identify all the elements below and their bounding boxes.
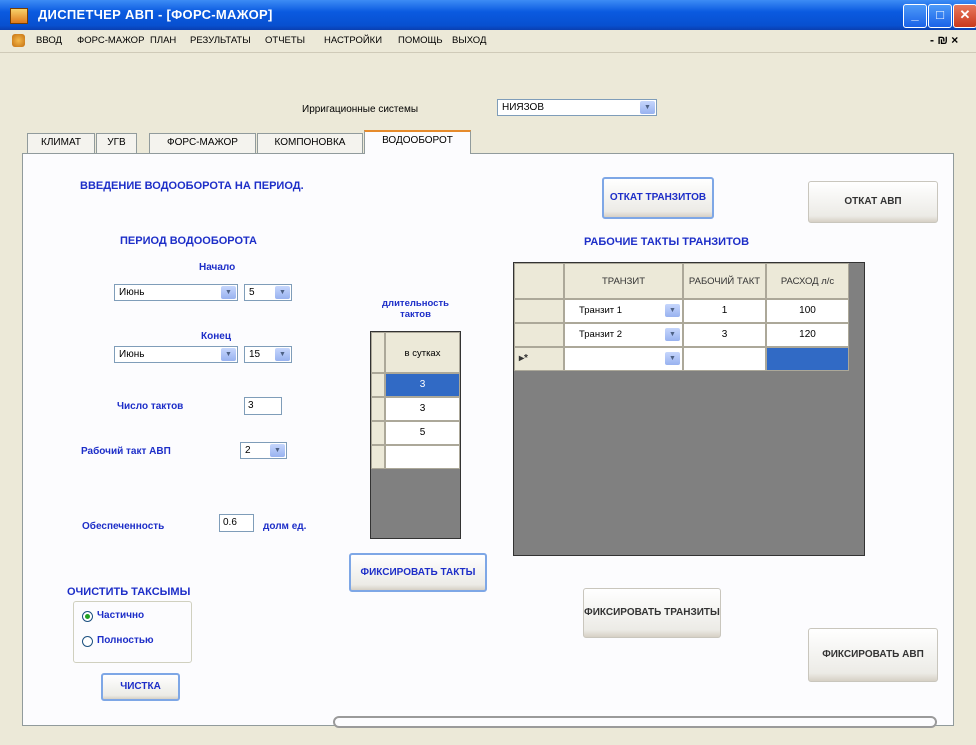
- tacts-count-label: Число тактов: [117, 401, 184, 412]
- duration-cell[interactable]: 3: [385, 397, 460, 421]
- menu-item-results[interactable]: РЕЗУЛЬТАТЫ: [190, 35, 251, 46]
- irrigation-label: Ирригационные системы: [302, 104, 419, 115]
- fix-transits-button[interactable]: ФИКСИРОВАТЬ ТРАНЗИТЫ: [583, 588, 721, 638]
- security-unit: долм ед.: [263, 521, 307, 532]
- maximize-button[interactable]: □: [928, 4, 952, 28]
- end-day-value: 15: [249, 349, 261, 360]
- clear-title: ОЧИСТИТЬ ТАКСЫМЫ: [67, 586, 191, 598]
- chevron-down-icon[interactable]: ▼: [221, 348, 236, 361]
- row-header[interactable]: [514, 323, 564, 347]
- radio-full-label: Полностью: [97, 635, 154, 646]
- transit-flow-cell[interactable]: 120: [766, 323, 849, 347]
- radio-partial-label: Частично: [97, 610, 145, 621]
- menu-item-settings[interactable]: НАСТРОЙКИ: [324, 35, 382, 46]
- chevron-down-icon[interactable]: ▼: [275, 348, 290, 361]
- work-tact-select[interactable]: 2 ▼: [240, 442, 287, 459]
- chevron-down-icon[interactable]: ▼: [665, 304, 680, 317]
- menu-item-force-majeure[interactable]: ФОРС-МАЖОР: [77, 35, 144, 46]
- chevron-down-icon[interactable]: ▼: [665, 328, 680, 341]
- row-header[interactable]: [371, 421, 385, 445]
- irrigation-select-value: НИЯЗОВ: [502, 102, 545, 113]
- duration-cell[interactable]: [385, 445, 460, 469]
- row-header[interactable]: [371, 397, 385, 421]
- transit-flow-cell[interactable]: 100: [766, 299, 849, 323]
- chevron-down-icon[interactable]: ▼: [275, 286, 290, 299]
- start-month-select[interactable]: Июнь ▼: [114, 284, 238, 301]
- chevron-down-icon[interactable]: ▼: [221, 286, 236, 299]
- new-row-indicator[interactable]: ▸*: [514, 347, 564, 371]
- end-day-select[interactable]: 15 ▼: [244, 346, 292, 363]
- start-label: Начало: [199, 262, 236, 273]
- transit-name: Транзит 2: [579, 329, 623, 340]
- title-bar: ДИСПЕТЧЕР АВП - [ФОРС-МАЖОР] _ □ ✕: [0, 0, 976, 30]
- start-day-select[interactable]: 5 ▼: [244, 284, 292, 301]
- chevron-down-icon[interactable]: ▼: [270, 444, 285, 457]
- transits-col-tact: РАБОЧИЙ ТАКТ: [683, 263, 766, 299]
- tab-climate[interactable]: КЛИМАТ: [27, 133, 95, 153]
- clear-button[interactable]: ЧИСТКА: [101, 673, 180, 701]
- transit-tact-cell[interactable]: 3: [683, 323, 766, 347]
- fix-avp-button[interactable]: ФИКСИРОВАТЬ АВП: [808, 628, 938, 682]
- close-button[interactable]: ✕: [953, 4, 976, 28]
- minimize-button[interactable]: _: [903, 4, 927, 28]
- duration-corner: [371, 332, 385, 373]
- transit-name: Транзит 1: [579, 305, 623, 316]
- window-title: ДИСПЕТЧЕР АВП - [ФОРС-МАЖОР]: [38, 7, 273, 22]
- progress-bar: [333, 716, 937, 728]
- menu-bar: [0, 30, 976, 53]
- section-heading: ВВЕДЕНИЕ ВОДООБОРОТА НА ПЕРИОД.: [80, 180, 304, 192]
- transits-col-flow: РАСХОД л/с: [766, 263, 849, 299]
- end-month-select[interactable]: Июнь ▼: [114, 346, 238, 363]
- transits-col-transit: ТРАНЗИТ: [564, 263, 683, 299]
- tab-ugv[interactable]: УГВ: [96, 133, 137, 153]
- menu-item-exit[interactable]: ВЫХОД: [452, 35, 486, 46]
- duration-label: длительность тактов: [382, 298, 449, 320]
- menu-item-help[interactable]: ПОМОЩЬ: [398, 35, 443, 46]
- tab-water-rotation[interactable]: ВОДООБОРОТ: [364, 130, 471, 154]
- row-header[interactable]: [371, 445, 385, 469]
- menu-item-plan[interactable]: ПЛАН: [150, 35, 176, 46]
- radio-partial[interactable]: [82, 611, 93, 622]
- row-header[interactable]: [514, 299, 564, 323]
- start-day-value: 5: [249, 287, 255, 298]
- tab-force-majeure[interactable]: ФОРС-МАЖОР: [149, 133, 256, 153]
- transit-name-cell[interactable]: Транзит 1 ▼: [564, 299, 683, 323]
- row-header[interactable]: [371, 373, 385, 397]
- end-label: Конец: [201, 331, 231, 342]
- duration-col-header: в сутках: [385, 332, 460, 373]
- tab-layout[interactable]: КОМПОНОВКА: [257, 133, 363, 153]
- irrigation-system-select[interactable]: НИЯЗОВ ▼: [497, 99, 657, 116]
- fix-tacts-button[interactable]: ФИКСИРОВАТЬ ТАКТЫ: [349, 553, 487, 592]
- mdi-controls[interactable]: - ₪ ×: [930, 33, 958, 47]
- chevron-down-icon[interactable]: ▼: [640, 101, 655, 114]
- start-month-value: Июнь: [119, 287, 145, 298]
- transits-title: РАБОЧИЕ ТАКТЫ ТРАНЗИТОВ: [584, 236, 750, 248]
- transit-name-cell-new[interactable]: ▼: [564, 347, 683, 371]
- end-month-value: Июнь: [119, 349, 145, 360]
- transit-tact-cell[interactable]: 1: [683, 299, 766, 323]
- duration-grid[interactable]: в сутках 3 3 5: [370, 331, 461, 539]
- work-tact-label: Рабочий такт АВП: [81, 446, 171, 457]
- menu-item-reports[interactable]: ОТЧЕТЫ: [265, 35, 305, 46]
- transit-tact-cell-new[interactable]: [683, 347, 766, 371]
- transit-flow-cell-new[interactable]: [766, 347, 849, 371]
- security-label: Обеспеченность: [82, 521, 165, 532]
- transits-corner: [514, 263, 564, 299]
- radio-full[interactable]: [82, 636, 93, 647]
- rollback-avp-button[interactable]: ОТКАТ АВП: [808, 181, 938, 223]
- menu-item-input[interactable]: ВВОД: [36, 35, 62, 46]
- work-tact-value: 2: [245, 445, 251, 456]
- app-icon: [10, 8, 28, 24]
- transit-name-cell[interactable]: Транзит 2 ▼: [564, 323, 683, 347]
- period-title: ПЕРИОД ВОДООБОРОТА: [120, 235, 258, 247]
- chevron-down-icon[interactable]: ▼: [665, 352, 680, 365]
- duration-cell[interactable]: 5: [385, 421, 460, 445]
- document-icon[interactable]: [12, 34, 25, 47]
- security-input[interactable]: 0.6: [219, 514, 254, 532]
- tacts-count-input[interactable]: 3: [244, 397, 282, 415]
- transits-grid[interactable]: ТРАНЗИТ РАБОЧИЙ ТАКТ РАСХОД л/с Транзит …: [513, 262, 865, 556]
- duration-cell[interactable]: 3: [385, 373, 460, 397]
- rollback-transits-button[interactable]: ОТКАТ ТРАНЗИТОВ: [602, 177, 714, 219]
